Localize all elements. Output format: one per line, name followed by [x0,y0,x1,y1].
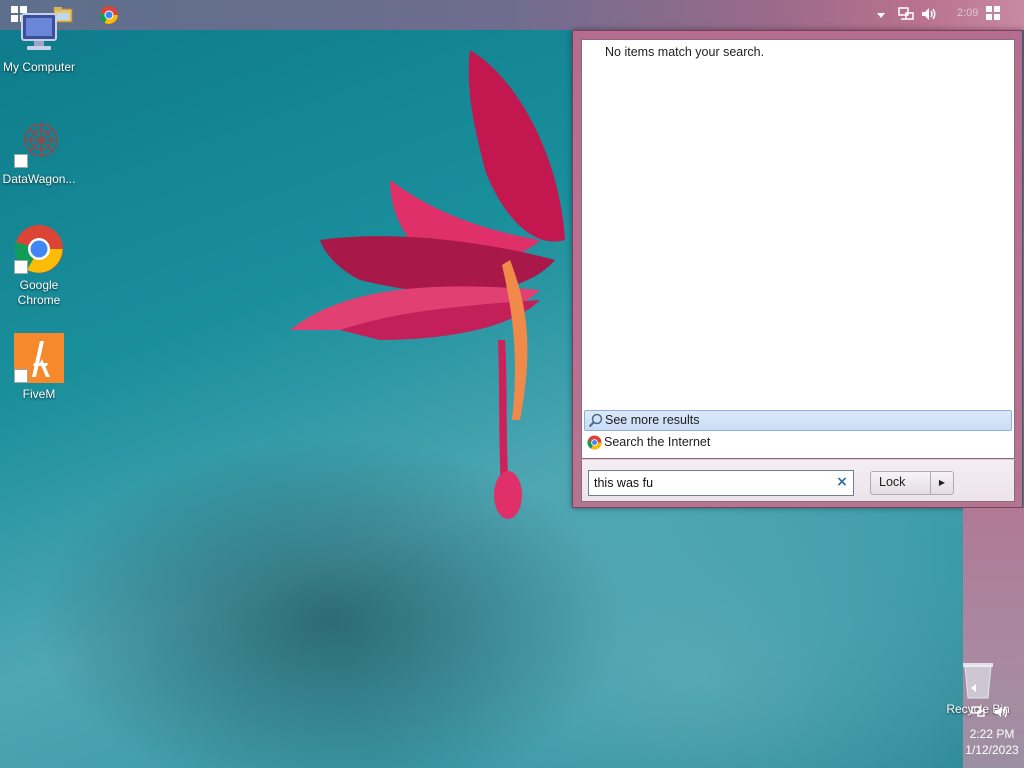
network-icon[interactable] [897,5,917,25]
desktop-icon-label: My Computer [2,60,76,74]
desktop-icon-datawagon[interactable]: DataWagon... [0,118,79,187]
desktop-icon-label: DataWagon... [2,172,76,186]
see-more-results-button[interactable]: See more results [584,410,1012,431]
shortcut-arrow-icon [14,260,28,274]
clock-time: 2:22 PM [969,727,1015,741]
system-clock[interactable]: 2:22 PM 1/12/2023 [960,726,1024,758]
start-menu: No items match your search. See more res… [572,30,1023,508]
desktop-icon-label: Google Chrome [17,278,61,307]
search-icon [588,413,603,428]
lock-button[interactable]: Lock [870,471,930,495]
chrome-icon [587,435,602,450]
datawagon-icon [14,118,64,168]
chrome-icon[interactable] [99,5,119,25]
search-internet-label: Search the Internet [604,435,711,449]
tray-overflow-icon[interactable] [874,7,894,27]
search-internet-button[interactable]: Search the Internet [584,433,1012,454]
clear-search-icon[interactable]: × [835,475,849,489]
desktop-icon-google-chrome[interactable]: Google Chrome [0,224,79,308]
desktop-icon-my-computer[interactable]: My Computer [0,6,79,75]
chevron-left-icon[interactable] [966,680,982,696]
chrome-icon [14,224,64,274]
no-results-message: No items match your search. [605,45,765,59]
network-icon[interactable] [970,704,986,720]
search-box: × [588,470,854,496]
volume-icon[interactable] [920,5,940,25]
show-desktop-icon[interactable] [985,5,1005,25]
volume-icon[interactable] [993,704,1009,720]
search-input[interactable] [589,471,830,495]
shortcut-arrow-icon [14,154,28,168]
see-more-results-label: See more results [605,413,700,427]
desktop-icon-fivem[interactable]: FiveM [0,333,79,402]
desktop-icon-label: FiveM [22,387,56,401]
search-results-pane: No items match your search. See more res… [581,39,1015,459]
taskbar-clock[interactable]: 2:09 [957,7,978,19]
clock-date: 1/12/2023 [965,743,1019,757]
fivem-icon [14,333,64,383]
computer-icon [14,6,64,56]
shortcut-arrow-icon [14,369,28,383]
wallpaper-flower [290,50,565,519]
start-menu-bottom-bar: × Lock ▶ [581,459,1015,502]
taskbar: 2:09 [0,0,1024,30]
power-options-arrow-icon[interactable]: ▶ [930,471,954,495]
